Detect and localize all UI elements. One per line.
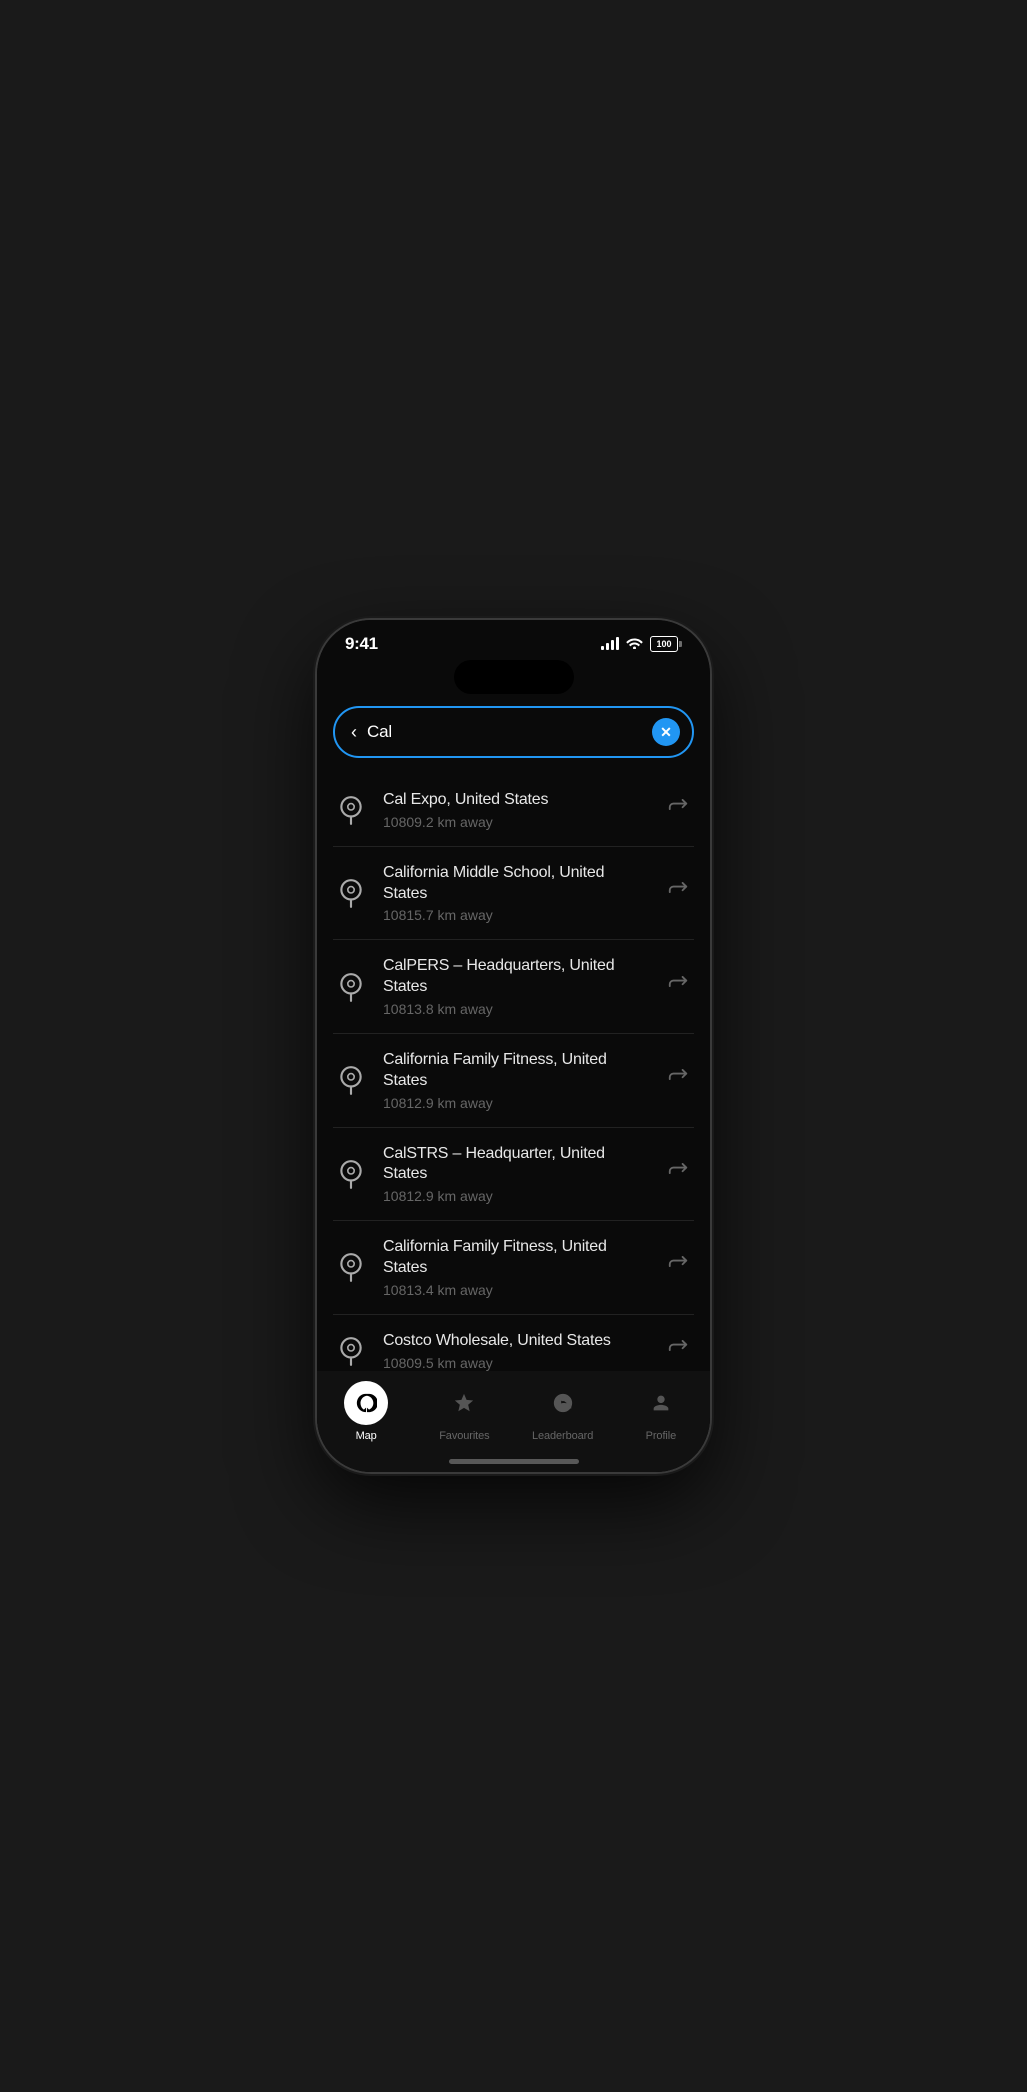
result-name: Costco Wholesale, United States [383, 1331, 648, 1352]
result-distance: 10809.2 km away [383, 814, 648, 830]
location-pin-icon [333, 792, 369, 828]
share-icon[interactable] [662, 1251, 694, 1283]
nav-item-leaderboard[interactable]: Leaderboard [514, 1381, 612, 1442]
result-distance: 10815.7 km away [383, 907, 648, 923]
result-name: CalSTRS – Headquarter, United States [383, 1144, 648, 1186]
list-item[interactable]: CalSTRS – Headquarter, United States 108… [333, 1128, 694, 1222]
search-input[interactable]: Cal [367, 722, 642, 742]
location-pin-icon [333, 1062, 369, 1098]
share-icon[interactable] [662, 877, 694, 909]
screen: 9:41 100 [317, 620, 710, 1472]
battery-icon: 100 [650, 636, 682, 652]
leaderboard-icon-wrapper [541, 1381, 585, 1425]
share-icon[interactable] [662, 794, 694, 826]
status-bar: 9:41 100 [317, 620, 710, 660]
profile-nav-label: Profile [646, 1430, 676, 1442]
search-container: ‹ Cal ✕ [317, 698, 710, 774]
list-item[interactable]: California Middle School, United States … [333, 847, 694, 941]
share-icon[interactable] [662, 1158, 694, 1190]
result-name: California Family Fitness, United States [383, 1050, 648, 1092]
nav-item-profile[interactable]: Profile [612, 1381, 710, 1442]
bottom-nav: Map Favourites [317, 1371, 710, 1472]
share-icon[interactable] [662, 1335, 694, 1367]
location-pin-icon [333, 1333, 369, 1369]
result-distance: 10813.4 km away [383, 1282, 648, 1298]
results-list: Cal Expo, United States 10809.2 km away … [317, 774, 710, 1371]
dynamic-island [454, 660, 574, 694]
search-bar[interactable]: ‹ Cal ✕ [333, 706, 694, 758]
location-pin-icon [333, 969, 369, 1005]
result-name: CalPERS – Headquarters, United States [383, 956, 648, 998]
share-icon[interactable] [662, 971, 694, 1003]
result-distance: 10809.5 km away [383, 1355, 648, 1371]
nav-item-favourites[interactable]: Favourites [415, 1381, 513, 1442]
favourites-nav-label: Favourites [439, 1430, 489, 1442]
back-arrow-icon[interactable]: ‹ [351, 723, 357, 741]
result-distance: 10812.9 km away [383, 1095, 648, 1111]
nav-item-map[interactable]: Map [317, 1381, 415, 1442]
location-pin-icon [333, 1156, 369, 1192]
result-distance: 10813.8 km away [383, 1001, 648, 1017]
result-name: California Family Fitness, United States [383, 1237, 648, 1279]
status-icons: 100 [601, 636, 682, 652]
map-nav-label: Map [356, 1430, 377, 1442]
list-item[interactable]: California Family Fitness, United States… [333, 1221, 694, 1315]
share-icon[interactable] [662, 1064, 694, 1096]
result-name: California Middle School, United States [383, 863, 648, 905]
clear-search-button[interactable]: ✕ [652, 718, 680, 746]
result-name: Cal Expo, United States [383, 790, 648, 811]
location-pin-icon [333, 875, 369, 911]
leaderboard-nav-label: Leaderboard [532, 1430, 593, 1442]
list-item[interactable]: Cal Expo, United States 10809.2 km away [333, 774, 694, 847]
result-distance: 10812.9 km away [383, 1188, 648, 1204]
home-indicator [449, 1459, 579, 1464]
location-pin-icon [333, 1249, 369, 1285]
list-item[interactable]: CalPERS – Headquarters, United States 10… [333, 940, 694, 1034]
list-item[interactable]: California Family Fitness, United States… [333, 1034, 694, 1128]
favourites-icon-wrapper [442, 1381, 486, 1425]
wifi-icon [626, 636, 643, 652]
status-time: 9:41 [345, 634, 378, 654]
signal-bars-icon [601, 638, 619, 650]
close-icon: ✕ [660, 725, 672, 739]
profile-icon-wrapper [639, 1381, 683, 1425]
list-item[interactable]: Costco Wholesale, United States 10809.5 … [333, 1315, 694, 1371]
map-icon-wrapper [344, 1381, 388, 1425]
phone-frame: 9:41 100 [317, 620, 710, 1472]
